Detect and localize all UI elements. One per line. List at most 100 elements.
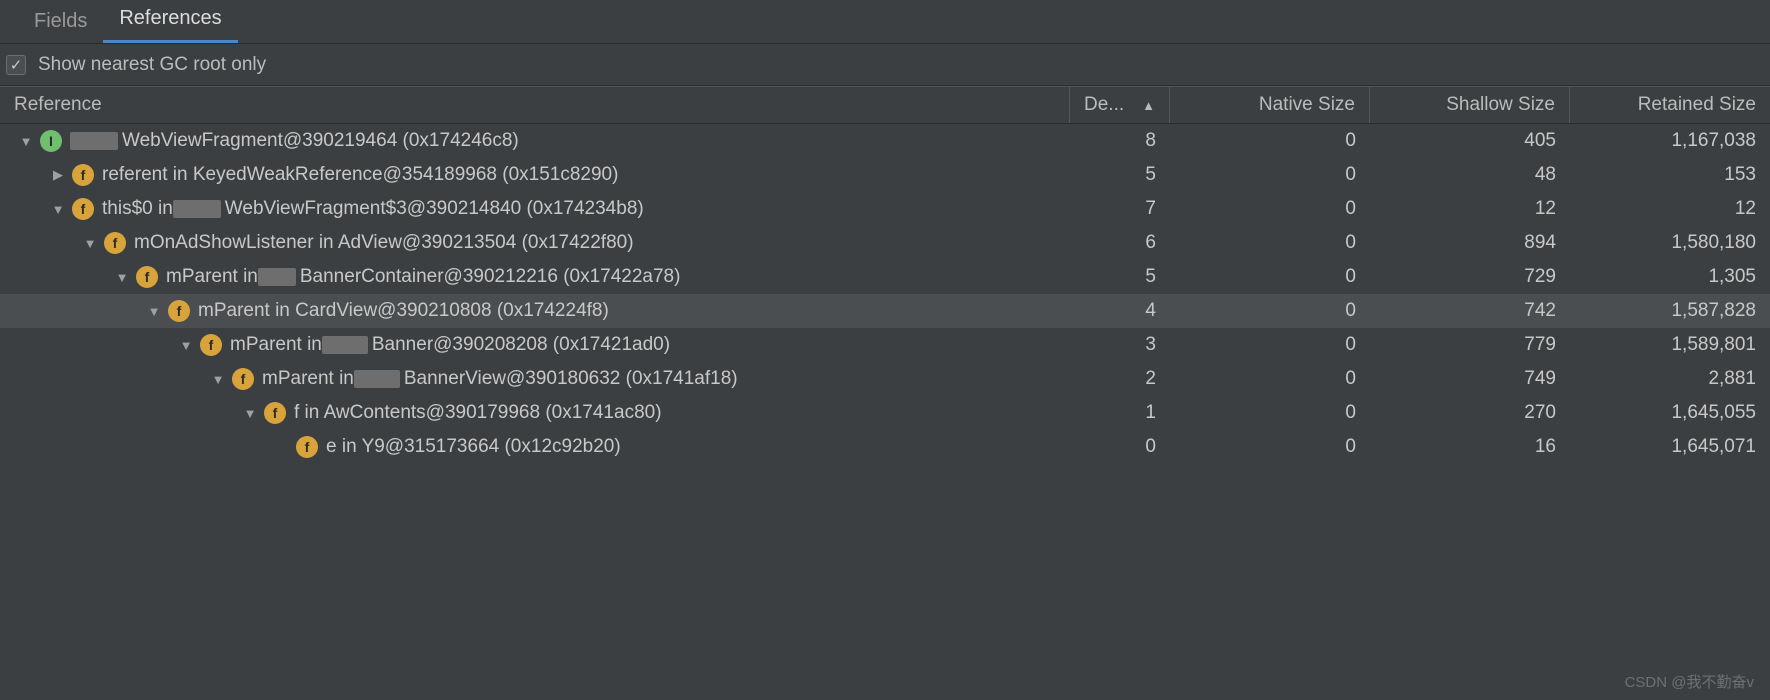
retained-size-value: 1,587,828 <box>1570 300 1770 322</box>
chevron-down-icon[interactable]: ▼ <box>114 270 130 285</box>
retained-size-value: 12 <box>1570 198 1770 220</box>
tab-references[interactable]: References <box>103 0 237 43</box>
table-row[interactable]: ▼ f f in AwContents@390179968 (0x1741ac80)… <box>0 396 1770 430</box>
watermark: CSDN @我不勤奋v <box>1625 671 1754 692</box>
depth-value: 4 <box>1070 300 1170 322</box>
reference-cell: ▼fmParent in CardView@390210808 (0x17422… <box>0 300 1070 322</box>
depth-value: 2 <box>1070 368 1170 390</box>
native-size-value: 0 <box>1170 436 1370 458</box>
reference-tree: ▼IWebViewFragment@390219464 (0x174246c8)… <box>0 124 1770 464</box>
reference-label: referent in KeyedWeakReference@354189968… <box>102 164 618 186</box>
retained-size-value: 1,645,055 <box>1570 402 1770 424</box>
field-icon: f <box>232 368 254 390</box>
shallow-size-value: 894 <box>1370 232 1570 254</box>
table-row[interactable]: ▼fthis$0 in WebViewFragment$3@390214840 … <box>0 192 1770 226</box>
table-row[interactable]: ▼ f mParent in Banner@390208208 (0x17421ad… <box>0 328 1770 362</box>
retained-size-value: 1,305 <box>1570 266 1770 288</box>
native-size-value: 0 <box>1170 368 1370 390</box>
redacted-icon <box>354 370 400 388</box>
table-row[interactable]: ▼ f mOnAdShowListener in AdView@390213504 … <box>0 226 1770 260</box>
chevron-down-icon[interactable]: ▼ <box>82 236 98 251</box>
shallow-size-value: 12 <box>1370 198 1570 220</box>
table-row[interactable]: ▼fmParent in BannerView@390180632 (0x174… <box>0 362 1770 396</box>
table-row[interactable]: ▼ f mParent in BannerContainer@390212216 (… <box>0 260 1770 294</box>
reference-label-prefix: this$0 in <box>102 198 173 220</box>
depth-value: 0 <box>1070 436 1170 458</box>
tab-fields[interactable]: Fields <box>18 0 103 43</box>
field-icon: f <box>136 266 158 288</box>
col-shallow-size[interactable]: Shallow Size <box>1370 87 1570 123</box>
reference-label: BannerContainer@390212216 (0x17422a78) <box>300 266 681 288</box>
instance-icon: I <box>40 130 62 152</box>
col-reference[interactable]: Reference <box>0 87 1070 123</box>
gc-root-checkbox[interactable]: ✓ <box>6 55 26 75</box>
native-size-value: 0 <box>1170 130 1370 152</box>
table-header: Reference De... ▲ Native Size Shallow Si… <box>0 86 1770 124</box>
shallow-size-value: 749 <box>1370 368 1570 390</box>
col-retained-size[interactable]: Retained Size <box>1570 87 1770 123</box>
shallow-size-value: 729 <box>1370 266 1570 288</box>
retained-size-value: 1,580,180 <box>1570 232 1770 254</box>
shallow-size-value: 270 <box>1370 402 1570 424</box>
reference-label: mParent in CardView@390210808 (0x174224f… <box>198 300 609 322</box>
reference-cell: ▶freferent in KeyedWeakReference@3541899… <box>0 164 1070 186</box>
table-row[interactable]: ▼fmParent in CardView@390210808 (0x17422… <box>0 294 1770 328</box>
field-icon: f <box>264 402 286 424</box>
table-row[interactable]: ▶freferent in KeyedWeakReference@3541899… <box>0 158 1770 192</box>
reference-cell: ▼ f mParent in BannerContainer@390212216 (… <box>0 266 1070 288</box>
reference-label: e in Y9@315173664 (0x12c92b20) <box>326 436 621 458</box>
native-size-value: 0 <box>1170 266 1370 288</box>
chevron-down-icon[interactable]: ▼ <box>50 202 66 217</box>
reference-label: Banner@390208208 (0x17421ad0) <box>372 334 670 356</box>
chevron-down-icon[interactable]: ▼ <box>178 338 194 353</box>
field-icon: f <box>200 334 222 356</box>
sort-asc-icon: ▲ <box>1142 98 1155 113</box>
table-row[interactable]: ▼IWebViewFragment@390219464 (0x174246c8)… <box>0 124 1770 158</box>
col-depth-label: De... <box>1084 94 1124 116</box>
tab-bar: Fields References <box>0 0 1770 44</box>
depth-value: 5 <box>1070 164 1170 186</box>
reference-label-prefix: mParent in <box>262 368 354 390</box>
field-icon: f <box>104 232 126 254</box>
chevron-down-icon[interactable]: ▼ <box>242 406 258 421</box>
reference-label-prefix: mParent in <box>166 266 258 288</box>
reference-cell: ▼IWebViewFragment@390219464 (0x174246c8) <box>0 130 1070 152</box>
reference-label-prefix: mParent in <box>230 334 322 356</box>
depth-value: 1 <box>1070 402 1170 424</box>
chevron-down-icon[interactable]: ▼ <box>146 304 162 319</box>
redacted-icon <box>173 200 221 218</box>
chevron-down-icon[interactable]: ▼ <box>210 372 226 387</box>
depth-value: 3 <box>1070 334 1170 356</box>
native-size-value: 0 <box>1170 198 1370 220</box>
col-depth[interactable]: De... ▲ <box>1070 87 1170 123</box>
reference-cell: ▼fmParent in BannerView@390180632 (0x174… <box>0 368 1070 390</box>
redacted-icon <box>70 132 118 150</box>
col-native-size[interactable]: Native Size <box>1170 87 1370 123</box>
field-icon: f <box>296 436 318 458</box>
shallow-size-value: 405 <box>1370 130 1570 152</box>
chevron-down-icon[interactable]: ▼ <box>18 134 34 149</box>
shallow-size-value: 742 <box>1370 300 1570 322</box>
redacted-icon <box>258 268 296 286</box>
reference-label: mOnAdShowListener in AdView@390213504 (0… <box>134 232 634 254</box>
reference-cell: ▼fthis$0 in WebViewFragment$3@390214840 … <box>0 198 1070 220</box>
retained-size-value: 2,881 <box>1570 368 1770 390</box>
depth-value: 5 <box>1070 266 1170 288</box>
shallow-size-value: 16 <box>1370 436 1570 458</box>
gc-root-label: Show nearest GC root only <box>38 54 266 76</box>
native-size-value: 0 <box>1170 334 1370 356</box>
reference-label: WebViewFragment$3@390214840 (0x174234b8) <box>225 198 644 220</box>
reference-cell: ▼ f f in AwContents@390179968 (0x1741ac80) <box>0 402 1070 424</box>
depth-value: 7 <box>1070 198 1170 220</box>
shallow-size-value: 779 <box>1370 334 1570 356</box>
retained-size-value: 1,167,038 <box>1570 130 1770 152</box>
native-size-value: 0 <box>1170 232 1370 254</box>
chevron-right-icon[interactable]: ▶ <box>50 167 66 183</box>
table-row[interactable]: fe in Y9@315173664 (0x12c92b20)00161,645… <box>0 430 1770 464</box>
retained-size-value: 1,589,801 <box>1570 334 1770 356</box>
retained-size-value: 153 <box>1570 164 1770 186</box>
reference-cell: f e in Y9@315173664 (0x12c92b20) <box>0 436 1070 458</box>
redacted-icon <box>322 336 368 354</box>
depth-value: 6 <box>1070 232 1170 254</box>
reference-label: f in AwContents@390179968 (0x1741ac80) <box>294 402 662 424</box>
